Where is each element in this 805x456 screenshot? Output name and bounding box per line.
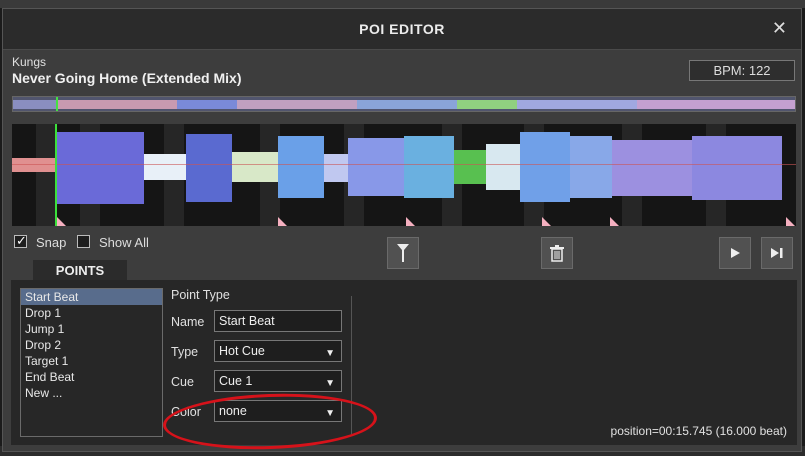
- position-readout: position=00:15.745 (16.000 beat): [610, 424, 787, 438]
- type-label: Type: [171, 345, 199, 359]
- chevron-down-icon: ▼: [325, 378, 335, 389]
- cue-select[interactable]: Cue 1 ▼: [214, 370, 342, 392]
- waveform-block: [324, 154, 348, 182]
- cue-label: Cue: [171, 375, 194, 389]
- overview-segment: [237, 100, 357, 109]
- delete-button[interactable]: [541, 237, 573, 269]
- waveform-block: [486, 144, 520, 190]
- track-artist: Kungs: [12, 55, 47, 69]
- overview-segment: [357, 100, 457, 109]
- cue-marker[interactable]: [57, 217, 66, 226]
- background-strip: [0, 0, 805, 8]
- play-icon: [731, 248, 740, 258]
- overview-segment: [517, 100, 637, 109]
- name-label: Name: [171, 315, 205, 329]
- play-button[interactable]: [719, 237, 751, 269]
- waveform-block: [520, 132, 570, 202]
- waveform-block: [612, 140, 692, 196]
- list-item[interactable]: Jump 1: [21, 321, 162, 337]
- snap-checkbox[interactable]: [14, 233, 27, 249]
- overview-segment: [13, 100, 57, 109]
- overview-waveform[interactable]: [12, 96, 796, 112]
- list-item[interactable]: New ...: [21, 385, 162, 401]
- next-button[interactable]: [761, 237, 793, 269]
- overview-segment: [457, 100, 517, 109]
- waveform-block: [348, 138, 404, 196]
- add-marker-button[interactable]: [387, 237, 419, 269]
- overview-segment: [637, 100, 795, 109]
- chevron-down-icon: ▼: [325, 348, 335, 359]
- type-select-value: Hot Cue: [219, 344, 265, 358]
- cue-select-value: Cue 1: [219, 374, 253, 388]
- overview-segment: [57, 100, 177, 109]
- show-all-label: Show All: [99, 235, 149, 250]
- waveform-block: [404, 136, 454, 198]
- list-item[interactable]: End Beat: [21, 369, 162, 385]
- overview-segment: [177, 100, 237, 109]
- waveform-block: [692, 136, 782, 200]
- waveform-block: [454, 150, 486, 184]
- waveform-block: [56, 132, 144, 204]
- bpm-display: BPM: 122: [689, 60, 795, 81]
- waveform-block: [570, 136, 612, 198]
- play-cursor: [55, 124, 57, 226]
- cue-marker[interactable]: [406, 217, 415, 226]
- list-item[interactable]: Target 1: [21, 353, 162, 369]
- points-list[interactable]: Start Beat Drop 1 Jump 1 Drop 2 Target 1…: [20, 288, 163, 437]
- waveform-display[interactable]: [12, 124, 796, 226]
- waveform-block: [278, 136, 324, 198]
- title-bar: POI EDITOR ✕: [3, 9, 801, 50]
- name-field[interactable]: Start Beat: [214, 310, 342, 332]
- list-item[interactable]: Drop 2: [21, 337, 162, 353]
- waveform-block: [144, 154, 186, 180]
- marker-icon: [397, 244, 409, 262]
- waveform-block: [186, 134, 232, 202]
- show-all-checkbox[interactable]: [77, 235, 90, 248]
- track-title: Never Going Home (Extended Mix): [12, 70, 242, 86]
- tab-points[interactable]: POINTS: [33, 260, 127, 281]
- beat-band: [36, 124, 56, 226]
- point-type-heading: Point Type: [171, 288, 230, 302]
- poi-editor-dialog: POI EDITOR ✕ Kungs Never Going Home (Ext…: [2, 8, 802, 453]
- waveform-block: [232, 152, 278, 182]
- list-item[interactable]: Start Beat: [21, 289, 162, 305]
- cue-marker[interactable]: [278, 217, 287, 226]
- cue-marker[interactable]: [786, 217, 795, 226]
- list-item[interactable]: Drop 1: [21, 305, 162, 321]
- next-icon: [771, 248, 783, 258]
- center-line: [12, 164, 796, 165]
- snap-label: Snap: [36, 235, 67, 250]
- cue-marker[interactable]: [610, 217, 619, 226]
- type-select[interactable]: Hot Cue ▼: [214, 340, 342, 362]
- close-icon[interactable]: ✕: [772, 18, 787, 39]
- waveform-block: [12, 158, 56, 172]
- cue-marker[interactable]: [542, 217, 551, 226]
- trash-icon: [550, 245, 564, 262]
- dialog-title: POI EDITOR: [359, 21, 445, 37]
- overview-cursor: [56, 97, 58, 111]
